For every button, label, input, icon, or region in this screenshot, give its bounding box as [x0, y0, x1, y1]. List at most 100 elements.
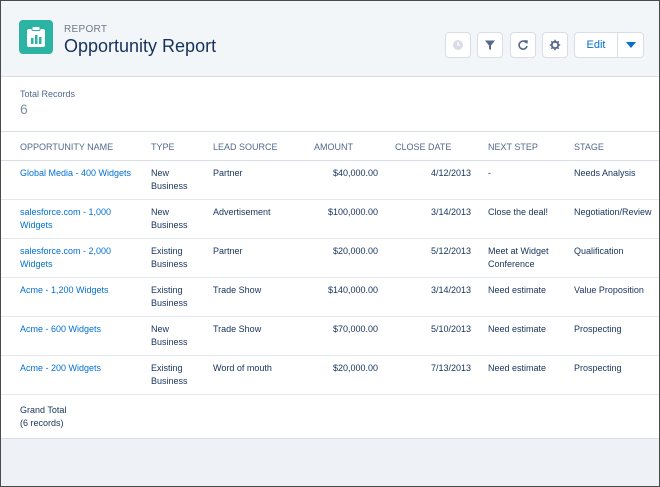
opportunity-name-link[interactable]: Acme - 1,200 Widgets — [20, 284, 109, 297]
next-step-cell: Need estimate — [488, 362, 546, 375]
next-step-cell: Meet at Widget Conference — [488, 245, 549, 271]
type-cell-line: New — [151, 168, 170, 178]
type-cell: New Business — [151, 167, 188, 193]
next-step-cell-line: Meet at Widget — [488, 246, 549, 256]
stage-cell: Qualification — [574, 246, 624, 256]
opportunity-name-link[interactable]: Acme - 200 Widgets — [20, 362, 101, 375]
column-header-next-step[interactable]: NEXT STEP — [488, 142, 538, 152]
table-row: Acme - 200 Widgets Existing Business Word o… — [1, 355, 659, 395]
opportunity-name-link[interactable]: salesforce.com - 2,000 Widgets — [20, 245, 111, 271]
opportunity-name-link-line[interactable]: Acme - 200 Widgets — [20, 362, 101, 375]
page-eyebrow: REPORT — [64, 24, 108, 35]
column-header-opportunity-name[interactable]: OPPORTUNITY NAME — [20, 142, 113, 152]
next-step-cell: Need estimate — [488, 323, 546, 336]
lead-source-cell: Partner — [213, 246, 243, 256]
stage-cell: Value Proposition — [574, 285, 644, 295]
type-cell-line: Existing — [151, 363, 183, 373]
close-date-cell: 5/12/2013 — [430, 246, 471, 256]
type-cell: New Business — [151, 323, 188, 349]
gear-icon — [549, 39, 561, 51]
grand-total-label: Grand Total — [20, 405, 67, 415]
opportunity-name-link-line[interactable]: salesforce.com - 2,000 — [20, 245, 111, 258]
type-cell: Existing Business — [151, 362, 188, 388]
next-step-cell-line: Need estimate — [488, 285, 547, 295]
type-cell-line: Business — [151, 220, 188, 230]
page-header: REPORT Opportunity Report Edit — [1, 1, 659, 77]
type-cell: Existing Business — [151, 284, 188, 310]
next-step-cell: - — [488, 167, 491, 180]
lead-source-cell: Advertisement — [213, 207, 271, 217]
table-row: salesforce.com - 2,000 Widgets Existing Bus… — [1, 238, 659, 278]
stage-cell: Prospecting — [574, 324, 622, 334]
type-cell-line: New — [151, 207, 170, 217]
total-records-label: Total Records — [20, 89, 76, 99]
filter-button[interactable] — [477, 32, 503, 58]
opportunity-name-link-line[interactable]: Global Media - 400 Widgets — [20, 167, 131, 180]
close-date-cell: 4/12/2013 — [430, 168, 471, 178]
report-icon — [19, 20, 53, 54]
table-row: Acme - 1,200 Widgets Existing Business Trad… — [1, 277, 659, 317]
history-button[interactable] — [445, 32, 471, 58]
edit-menu-button[interactable] — [617, 32, 644, 58]
opportunity-name-link[interactable]: Global Media - 400 Widgets — [20, 167, 131, 180]
opportunity-name-link[interactable]: salesforce.com - 1,000 Widgets — [20, 206, 111, 232]
opportunity-name-link-line[interactable]: salesforce.com - 1,000 — [20, 206, 111, 219]
amount-cell: $20,000.00 — [332, 246, 378, 256]
next-step-cell-line: Need estimate — [488, 324, 547, 334]
stage-cell: Prospecting — [574, 363, 622, 373]
opportunity-name-link-line[interactable]: Widgets — [20, 258, 111, 271]
refresh-button[interactable] — [510, 32, 536, 58]
total-records-value: 6 — [20, 101, 28, 117]
close-date-cell: 7/13/2013 — [430, 363, 471, 373]
type-cell-line: New — [151, 324, 170, 334]
next-step-cell-line: Close the deal! — [488, 207, 549, 217]
column-header-close-date[interactable]: CLOSE DATE — [395, 142, 451, 152]
close-date-cell: 5/10/2013 — [430, 324, 471, 334]
type-cell-line: Business — [151, 181, 188, 191]
settings-button[interactable] — [542, 32, 568, 58]
type-cell-line: Existing — [151, 285, 183, 295]
opportunity-name-link-line[interactable]: Acme - 1,200 Widgets — [20, 284, 109, 297]
lead-source-cell: Word of mouth — [213, 363, 272, 373]
refresh-icon — [518, 40, 528, 50]
close-date-cell: 3/14/2013 — [430, 207, 471, 217]
amount-cell: $140,000.00 — [327, 285, 378, 295]
opportunity-name-link-line[interactable]: Acme - 600 Widgets — [20, 323, 101, 336]
table-row: salesforce.com - 1,000 Widgets New Business… — [1, 199, 659, 239]
table-header: OPPORTUNITY NAME TYPE LEAD SOURCE AMOUNT… — [1, 131, 659, 161]
report-window: REPORT Opportunity Report Edit Total Rec… — [0, 0, 660, 487]
lead-source-cell: Trade Show — [213, 324, 262, 334]
edit-button[interactable]: Edit — [574, 32, 618, 58]
type-cell-line: Business — [151, 259, 188, 269]
amount-cell: $100,000.00 — [327, 207, 378, 217]
type-cell-line: Existing — [151, 246, 183, 256]
opportunity-name-link[interactable]: Acme - 600 Widgets — [20, 323, 101, 336]
grand-total-count: (6 records) — [20, 418, 64, 428]
column-header-amount[interactable]: AMOUNT — [314, 142, 353, 152]
type-cell-line: Business — [151, 337, 188, 347]
report-panel: Total Records 6 OPPORTUNITY NAME TYPE LE… — [1, 77, 659, 439]
type-cell-line: Business — [151, 376, 188, 386]
amount-cell: $40,000.00 — [332, 168, 378, 178]
amount-cell: $70,000.00 — [332, 324, 378, 334]
next-step-cell-line: - — [488, 168, 491, 178]
grand-total: Grand Total (6 records) — [20, 404, 66, 430]
amount-cell: $20,000.00 — [332, 363, 378, 373]
type-cell: Existing Business — [151, 245, 188, 271]
next-step-cell: Close the deal! — [488, 206, 548, 219]
table-row: Acme - 600 Widgets New Business Trade Show $… — [1, 316, 659, 356]
stage-cell: Needs Analysis — [574, 168, 636, 178]
column-header-stage[interactable]: STAGE — [574, 142, 604, 152]
chevron-down-icon — [625, 42, 636, 48]
stage-cell: Negotiation/Review — [574, 207, 652, 217]
column-header-lead-source[interactable]: LEAD SOURCE — [213, 142, 278, 152]
page-title: Opportunity Report — [64, 36, 217, 56]
next-step-cell: Need estimate — [488, 284, 546, 297]
column-header-type[interactable]: TYPE — [151, 142, 175, 152]
type-cell: New Business — [151, 206, 188, 232]
type-cell-line: Business — [151, 298, 188, 308]
opportunity-name-link-line[interactable]: Widgets — [20, 219, 111, 232]
filter-icon — [485, 40, 495, 50]
lead-source-cell: Trade Show — [213, 285, 262, 295]
close-date-cell: 3/14/2013 — [430, 285, 471, 295]
